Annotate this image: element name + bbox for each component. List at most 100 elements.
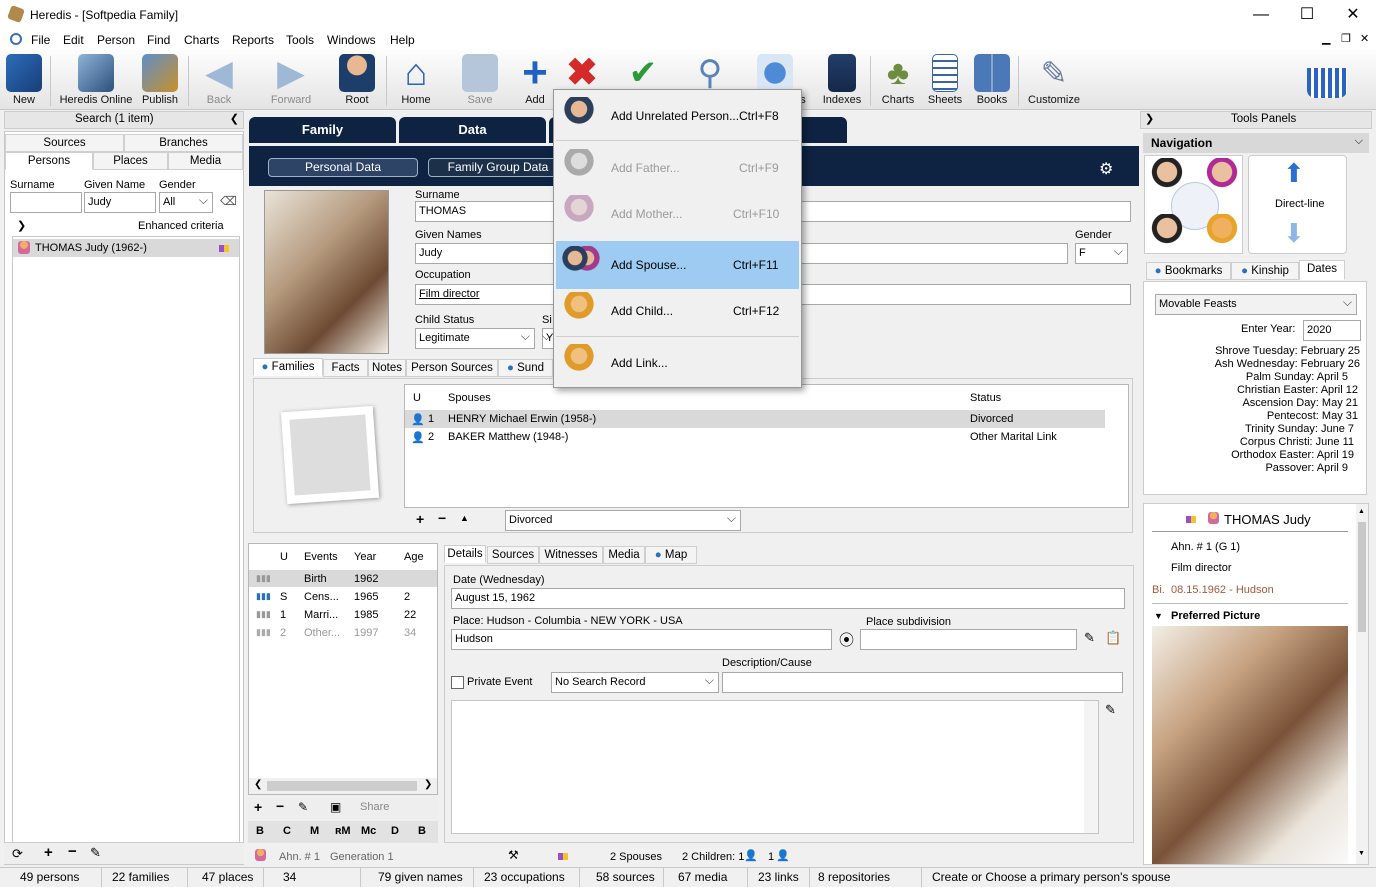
- move-up-icon[interactable]: ▲: [460, 513, 469, 523]
- event-name[interactable]: Cens...: [304, 591, 339, 603]
- child-avatar-icon[interactable]: [1202, 214, 1242, 254]
- add-event-icon[interactable]: +: [254, 799, 262, 815]
- private-event-label[interactable]: Private Event: [467, 676, 532, 688]
- tab-details[interactable]: Details: [444, 545, 486, 563]
- back-button[interactable]: ◀ Back: [196, 54, 242, 107]
- mdi-close-icon[interactable]: ✕: [1360, 32, 1369, 45]
- event-name[interactable]: Other...: [304, 627, 340, 639]
- tab-sundry[interactable]: ● Sund: [498, 359, 553, 377]
- tab-families[interactable]: ● Families: [253, 358, 323, 376]
- root-button[interactable]: Root: [336, 54, 378, 106]
- feasts-select[interactable]: Movable Feasts: [1155, 294, 1357, 315]
- menu-reports[interactable]: Reports: [232, 33, 274, 47]
- menu-person[interactable]: Person: [97, 33, 135, 47]
- sheets-button[interactable]: Sheets: [924, 54, 966, 106]
- direct-line-up-icon[interactable]: ⬆: [1283, 158, 1305, 189]
- tab-map[interactable]: ● Map: [645, 546, 697, 564]
- add-spouse-icon[interactable]: +: [416, 511, 424, 527]
- spouse-name[interactable]: BAKER Matthew (1948-): [448, 431, 568, 443]
- customize-button[interactable]: ✎ Customize: [1026, 54, 1082, 106]
- filter-christening[interactable]: C: [283, 825, 291, 837]
- mdi-restore-icon[interactable]: ❐: [1341, 32, 1351, 45]
- filter-marriage[interactable]: M: [310, 825, 319, 837]
- menu-add-spouse[interactable]: Add Spouse... Ctrl+F11: [556, 241, 799, 289]
- personal-data-button[interactable]: Personal Data: [268, 158, 418, 177]
- tab-dates[interactable]: Dates: [1299, 260, 1345, 280]
- share-box-icon[interactable]: ▣: [330, 800, 341, 814]
- remove-icon[interactable]: −: [68, 843, 77, 860]
- menu-windows[interactable]: Windows: [327, 33, 376, 47]
- date-input[interactable]: August 15, 1962: [451, 588, 1125, 609]
- tab-notes[interactable]: Notes: [368, 359, 406, 377]
- navigation-header[interactable]: Navigation ⌵: [1143, 133, 1369, 153]
- menu-add-child[interactable]: Add Child... Ctrl+F12: [556, 287, 799, 335]
- enhanced-criteria-link[interactable]: Enhanced criteria: [138, 220, 224, 232]
- menu-edit[interactable]: Edit: [63, 33, 84, 47]
- notes-scrollbar[interactable]: [1084, 701, 1098, 833]
- child-status-select[interactable]: Legitimate: [415, 328, 535, 349]
- search-button[interactable]: ⚲: [688, 54, 732, 94]
- description-input[interactable]: [722, 672, 1123, 693]
- filter-death[interactable]: D: [391, 825, 399, 837]
- tab-persons[interactable]: Persons: [5, 152, 93, 170]
- refresh-icon[interactable]: ⟳: [12, 846, 23, 862]
- menu-find[interactable]: Find: [147, 33, 170, 47]
- notes-textarea[interactable]: [451, 700, 1099, 834]
- place-input[interactable]: Hudson: [451, 629, 832, 650]
- menu-help[interactable]: Help: [390, 33, 415, 47]
- collapse-right-icon[interactable]: ❯: [1145, 112, 1154, 125]
- given-name-search-input[interactable]: Judy: [84, 192, 156, 213]
- menu-add-mother[interactable]: Add Mother... Ctrl+F10: [556, 190, 799, 238]
- add-icon[interactable]: +: [44, 844, 53, 861]
- tab-kinship[interactable]: ● Kinship: [1231, 262, 1299, 280]
- remove-spouse-icon[interactable]: −: [438, 510, 446, 526]
- search-record-select[interactable]: No Search Record: [551, 672, 719, 693]
- event-name[interactable]: Birth: [304, 573, 327, 585]
- tab-data[interactable]: Data: [399, 117, 546, 143]
- tab-witnesses[interactable]: Witnesses: [539, 546, 603, 564]
- minimize-button[interactable]: —: [1238, 0, 1284, 30]
- filter-burial[interactable]: B: [418, 825, 426, 837]
- spouse-avatar-icon[interactable]: [1147, 214, 1187, 254]
- direct-line-down-icon[interactable]: ⬇: [1283, 218, 1305, 249]
- scroll-thumb[interactable]: [1358, 522, 1366, 632]
- maximize-button[interactable]: ☐: [1284, 0, 1330, 30]
- filter-religious-marriage[interactable]: ʀM: [335, 825, 351, 837]
- scroll-right-icon[interactable]: ❯: [424, 779, 432, 790]
- tab-sources[interactable]: Sources: [5, 134, 124, 152]
- year-input[interactable]: 2020: [1303, 320, 1361, 341]
- tab-branches[interactable]: Branches: [124, 134, 243, 152]
- summary-scrollbar[interactable]: ▲ ▼: [1356, 504, 1368, 864]
- menu-add-father[interactable]: Add Father... Ctrl+F9: [556, 144, 799, 192]
- edit-event-icon[interactable]: ✎: [298, 800, 308, 814]
- edit-pencil-icon[interactable]: ✎: [90, 845, 101, 861]
- tab-person-sources[interactable]: Person Sources: [406, 359, 498, 377]
- scroll-left-icon[interactable]: ❮: [254, 779, 262, 790]
- collapse-left-icon[interactable]: ❮: [230, 112, 239, 125]
- location-pin-icon[interactable]: ⦿: [839, 629, 854, 650]
- check-button[interactable]: ✔: [620, 54, 666, 94]
- private-event-checkbox[interactable]: [451, 676, 464, 689]
- gender-select[interactable]: All: [159, 192, 213, 213]
- menu-add-link[interactable]: Add Link...: [556, 339, 799, 387]
- family-group-data-button[interactable]: Family Group Data: [428, 158, 568, 177]
- list-item[interactable]: THOMAS Judy (1962-): [13, 239, 239, 257]
- indexes-button[interactable]: Indexes: [820, 54, 864, 106]
- scroll-thumb[interactable]: [267, 781, 417, 791]
- edit-notes-icon[interactable]: ✎: [1105, 702, 1116, 718]
- place-subdivision-input[interactable]: [860, 629, 1077, 650]
- add-button[interactable]: + Add: [514, 51, 556, 107]
- tab-sources-detail[interactable]: Sources: [487, 546, 539, 564]
- basket-button[interactable]: [1304, 54, 1350, 100]
- publish-button[interactable]: Publish: [138, 54, 182, 106]
- settings-gear-icon[interactable]: ⚙: [1099, 159, 1113, 179]
- charts-button[interactable]: ♣ Charts: [878, 54, 918, 106]
- spouse-name[interactable]: HENRY Michael Erwin (1958-): [448, 413, 596, 425]
- menu-add-unrelated-person[interactable]: Add Unrelated Person... Ctrl+F8: [556, 92, 799, 140]
- filter-marriage-contract[interactable]: Mc: [361, 825, 376, 837]
- books-button[interactable]: Books: [972, 54, 1012, 106]
- tab-facts[interactable]: Facts: [323, 359, 368, 377]
- collapse-picture-icon[interactable]: ▼: [1154, 611, 1163, 621]
- tab-bookmarks[interactable]: ● Bookmarks: [1146, 262, 1231, 280]
- expand-criteria-icon[interactable]: ❯: [17, 219, 26, 232]
